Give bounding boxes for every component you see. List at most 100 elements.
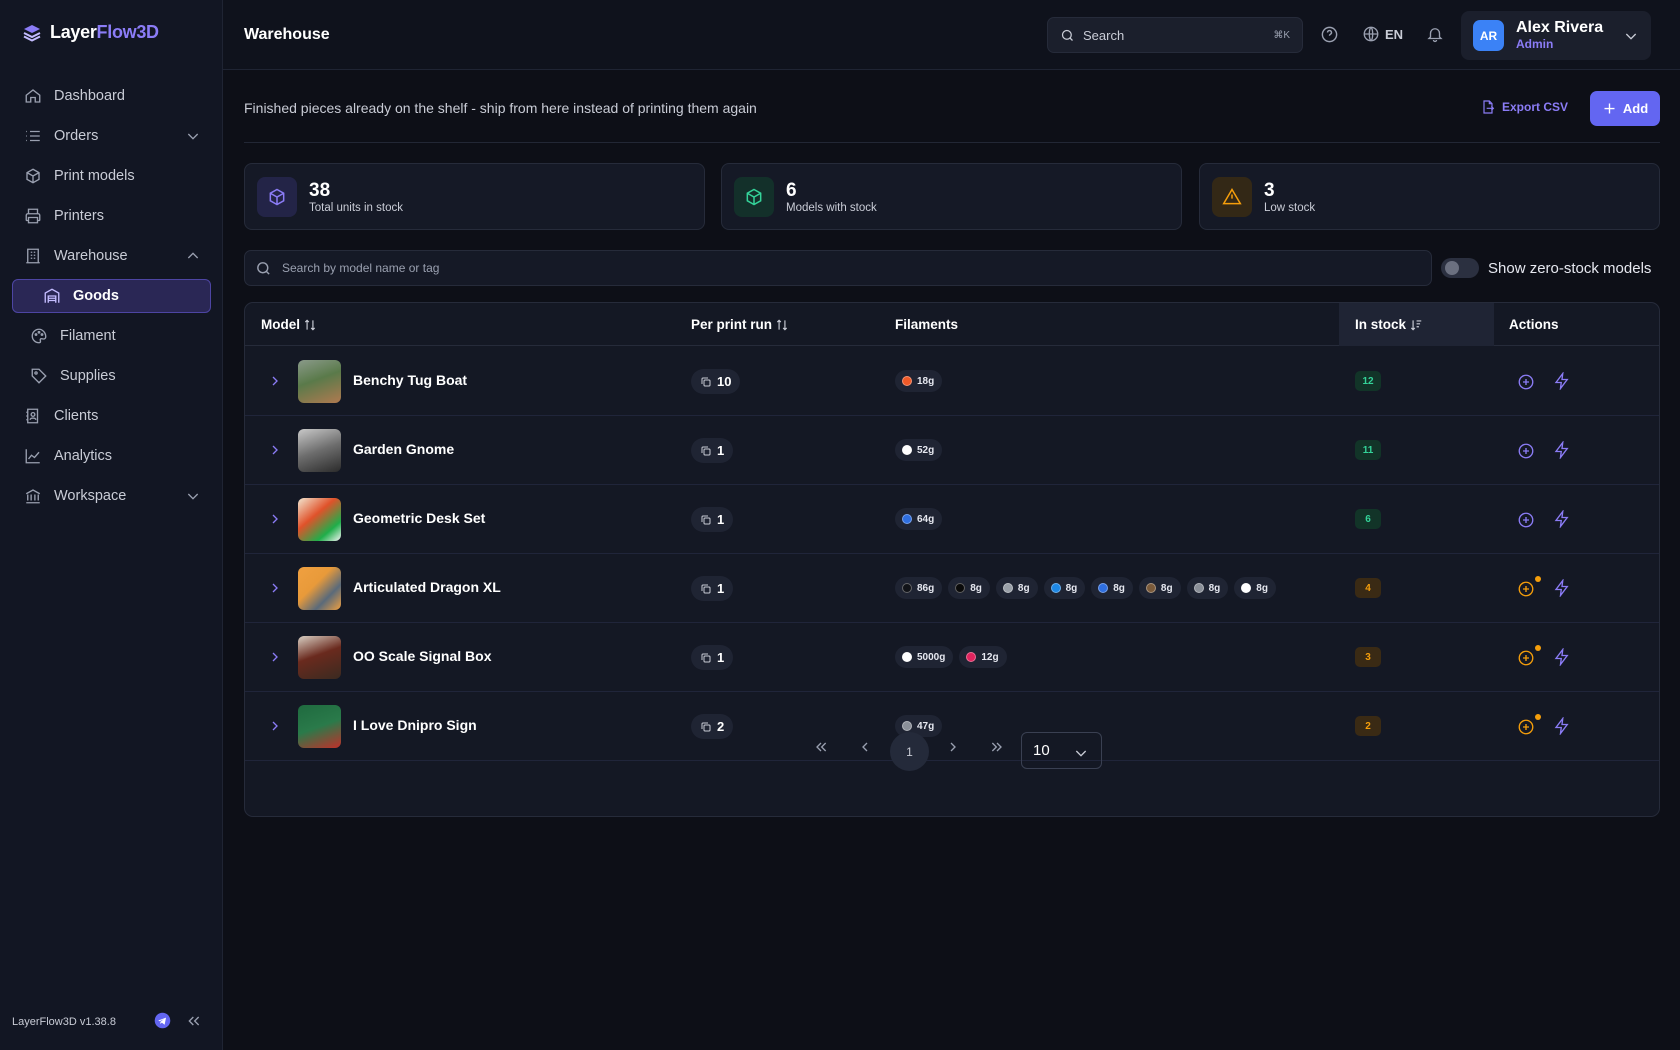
quick-print-icon[interactable] [1553, 510, 1571, 528]
filament-list: 5000g 12g [895, 646, 1007, 668]
add-stock-icon[interactable] [1517, 649, 1535, 667]
add-stock-icon[interactable] [1517, 580, 1535, 598]
current-page-button[interactable]: 1 [890, 732, 929, 771]
expand-row-icon[interactable] [267, 373, 283, 389]
stat-icon-box [734, 176, 774, 217]
bell-icon[interactable] [1426, 25, 1444, 43]
filament-chip: 64g [895, 508, 943, 530]
telegram-icon[interactable] [154, 1012, 171, 1029]
column-header-per-print-run[interactable]: Per print run [691, 303, 789, 346]
prev-page-icon[interactable] [857, 739, 873, 755]
filament-color-dot [955, 583, 966, 593]
filament-chip: 8g [1234, 577, 1276, 599]
expand-row-icon[interactable] [267, 580, 283, 596]
model-thumbnail-articulated-dragon-xl [298, 567, 341, 610]
sidebar-item-dashboard[interactable]: Dashboard [12, 79, 211, 113]
avatar: AR [1473, 20, 1504, 51]
sidebar-item-printers[interactable]: Printers [12, 199, 211, 233]
add-stock-icon[interactable] [1517, 373, 1535, 391]
sidebar-item-clients[interactable]: Clients [12, 399, 211, 433]
chevron-down-icon [187, 133, 199, 140]
help-icon[interactable] [1320, 25, 1339, 44]
filament-grams: 18g [917, 375, 935, 387]
filament-color-dot [902, 583, 912, 593]
model-name[interactable]: OO Scale Signal Box [353, 648, 492, 664]
layers-icon [23, 24, 41, 42]
expand-row-icon[interactable] [267, 649, 283, 665]
last-page-icon[interactable] [989, 739, 1005, 755]
model-thumbnail-garden-gnome [298, 429, 341, 472]
search-placeholder: Search by model name or tag [282, 261, 440, 275]
plus-icon [1604, 103, 1615, 114]
add-button[interactable]: Add [1590, 91, 1660, 126]
sidebar-item-label: Supplies [60, 368, 116, 384]
table-row[interactable]: Geometric Desk Set 1 64g 6 [245, 485, 1659, 554]
table-row[interactable]: OO Scale Signal Box 1 5000g 12g 3 [245, 623, 1659, 692]
sidebar-item-warehouse[interactable]: Warehouse [12, 239, 211, 273]
model-name[interactable]: Benchy Tug Boat [353, 372, 467, 388]
sidebar-item-orders[interactable]: Orders [12, 119, 211, 153]
next-page-icon[interactable] [945, 739, 961, 755]
sidebar-item-filament[interactable]: Filament [12, 319, 211, 353]
column-header-in-stock[interactable]: In stock [1339, 303, 1494, 346]
filament-grams: 8g [1065, 582, 1078, 594]
filament-grams: 8g [1208, 582, 1221, 594]
sidebar-item-label: Print models [54, 168, 135, 184]
sidebar-item-label: Workspace [54, 488, 127, 504]
filament-list: 64g [895, 508, 943, 530]
language-label: EN [1385, 26, 1404, 42]
expand-row-icon[interactable] [267, 442, 283, 458]
user-menu[interactable]: AR Alex Rivera Admin [1461, 11, 1651, 60]
model-name[interactable]: Garden Gnome [353, 441, 454, 457]
sidebar-item-goods[interactable]: Goods [12, 279, 211, 313]
stock-badge: 12 [1355, 371, 1381, 391]
per-print-run-badge: 1 [691, 576, 734, 601]
filament-list: 52g [895, 439, 943, 461]
model-name[interactable]: Geometric Desk Set [353, 510, 485, 526]
search-shortcut: ⌘K [1273, 29, 1290, 41]
model-search-input[interactable]: Search by model name or tag [244, 250, 1432, 286]
sidebar-item-workspace[interactable]: Workspace [12, 479, 211, 513]
table-row[interactable]: Articulated Dragon XL 1 86g 8g 8g 8g 8g 8g 8g 8g 4 [245, 554, 1659, 623]
quick-print-icon[interactable] [1553, 648, 1571, 666]
filament-chip: 8g [1138, 577, 1181, 599]
zero-stock-toggle[interactable] [1441, 258, 1479, 278]
table-row[interactable]: Benchy Tug Boat 10 18g 12 [245, 347, 1659, 416]
column-header-model[interactable]: Model [261, 303, 317, 346]
quick-print-icon[interactable] [1553, 579, 1571, 597]
collapse-sidebar-icon[interactable] [186, 1013, 202, 1029]
app-name: LayerFlow3D [50, 22, 159, 42]
sidebar-item-label: Printers [54, 208, 104, 224]
model-name[interactable]: Articulated Dragon XL [353, 579, 501, 595]
sidebar-item-print-models[interactable]: Print models [12, 159, 211, 193]
filament-grams: 8g [1017, 582, 1030, 594]
language-switch[interactable]: EN [1362, 25, 1403, 43]
filament-chip: 52g [895, 439, 943, 461]
quick-print-icon[interactable] [1553, 441, 1571, 459]
first-page-icon[interactable] [813, 739, 829, 755]
expand-row-icon[interactable] [267, 511, 283, 527]
global-search-input[interactable]: Search ⌘K [1047, 17, 1303, 53]
filament-color-dot [1145, 583, 1156, 593]
export-csv-button[interactable]: Export CSV [1480, 99, 1568, 115]
column-label: Per print run [691, 317, 773, 332]
table-row[interactable]: Garden Gnome 1 52g 11 [245, 416, 1659, 485]
stat-value: 38 [309, 179, 331, 201]
stat-icon-box [257, 176, 297, 217]
copy-icon [701, 653, 711, 662]
contacts-icon [26, 408, 39, 424]
app-logo[interactable]: LayerFlow3D [22, 22, 159, 43]
filament-color-dot [1193, 583, 1204, 593]
add-stock-icon[interactable] [1517, 442, 1535, 460]
column-header-filaments: Filaments [895, 303, 958, 346]
quick-print-icon[interactable] [1553, 372, 1571, 390]
add-stock-icon[interactable] [1517, 511, 1535, 529]
stat-label: Low stock [1264, 201, 1316, 214]
sidebar-item-analytics[interactable]: Analytics [12, 439, 211, 473]
sidebar-item-supplies[interactable]: Supplies [12, 359, 211, 393]
page-size-select[interactable]: 10 [1021, 732, 1102, 769]
filament-grams: 86g [917, 582, 935, 594]
filament-chip: 18g [895, 370, 943, 392]
sidebar-item-label: Goods [73, 288, 119, 304]
sidebar-item-label: Dashboard [54, 88, 125, 104]
